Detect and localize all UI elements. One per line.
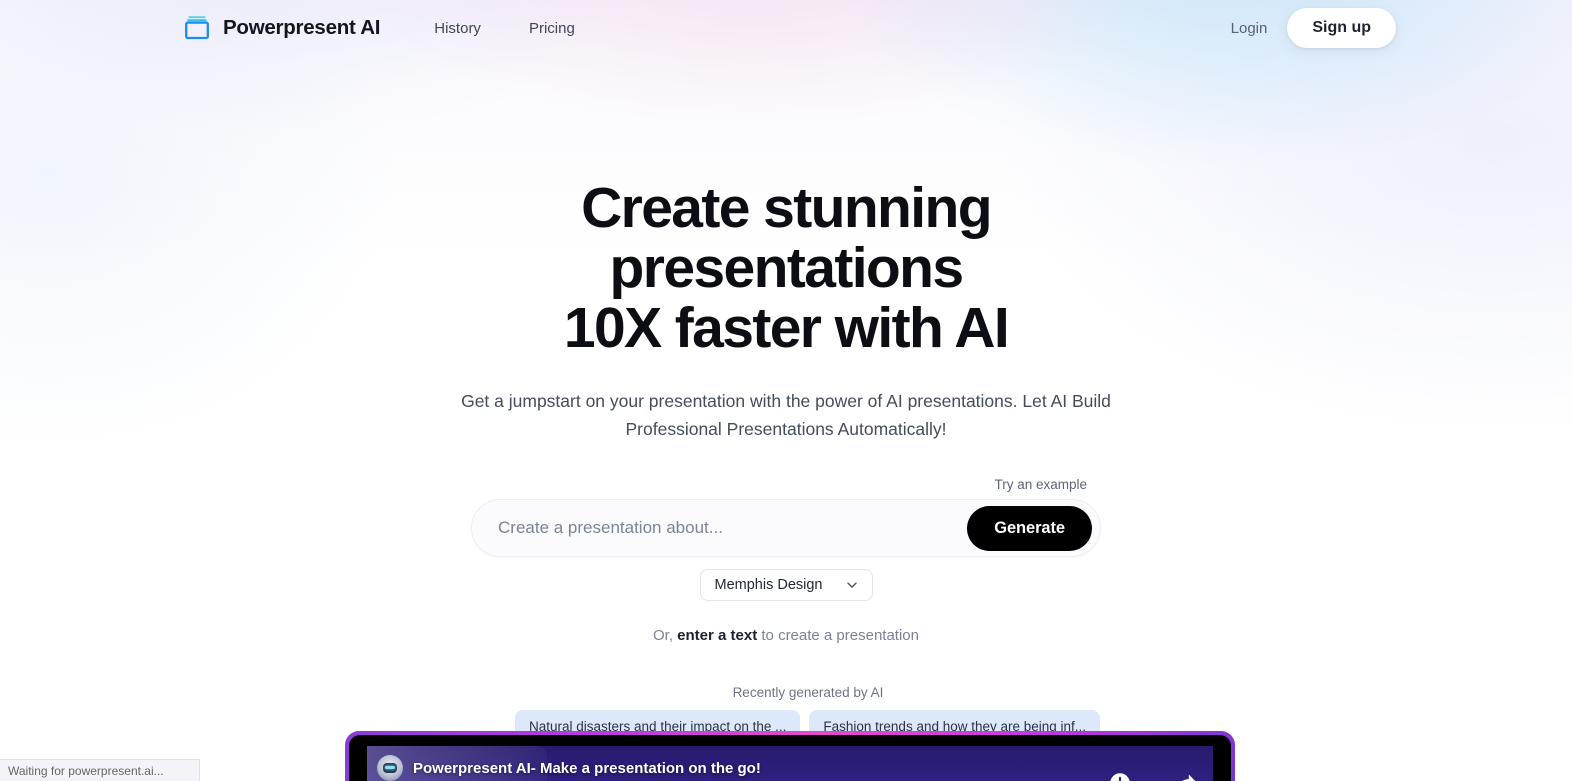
nav-item-history[interactable]: History — [422, 14, 493, 43]
brand-name: Powerpresent AI — [223, 16, 381, 39]
video-title-row: Powerpresent AI- Make a presentation on … — [367, 755, 1213, 781]
nav-item-pricing[interactable]: Pricing — [517, 14, 587, 43]
browser-status-bar: Waiting for powerpresent.ai... — [0, 759, 200, 781]
generate-button[interactable]: Generate — [967, 505, 1092, 551]
login-link[interactable]: Login — [1225, 16, 1274, 41]
prompt-area: Try an example Generate Memphis Design O… — [471, 443, 1101, 743]
recently-generated-label: Recently generated by AI — [732, 685, 884, 700]
brand-logo-link[interactable]: Powerpresent AI — [182, 13, 381, 43]
or-prefix: Or, — [653, 627, 678, 644]
prompt-input[interactable] — [498, 500, 968, 556]
main-nav: History Pricing — [422, 14, 587, 43]
enter-text-line: Or, enter a text to create a presentatio… — [471, 627, 1101, 644]
page-root: Powerpresent AI History Pricing Login Si… — [0, 0, 1572, 781]
enter-a-text-link[interactable]: enter a text — [677, 627, 757, 644]
design-style-value: Memphis Design — [714, 577, 823, 593]
try-an-example-link[interactable]: Try an example — [994, 477, 1087, 492]
hero-subtitle: Get a jumpstart on your presentation wit… — [461, 391, 1111, 439]
clock-icon[interactable] — [1107, 770, 1133, 781]
video-stage: Powerpresent AI- Make a presentation on … — [367, 746, 1213, 781]
or-suffix: to create a presentation — [757, 627, 919, 644]
chevron-down-icon — [846, 582, 857, 588]
presentation-board-icon — [185, 16, 209, 40]
header-actions: Login Sign up — [1225, 8, 1396, 48]
video-title[interactable]: Powerpresent AI- Make a presentation on … — [413, 760, 761, 777]
prompt-box: Generate — [471, 499, 1101, 557]
hero-title-line-2: 10X faster with AI — [563, 296, 1010, 360]
status-text: Waiting for powerpresent.ai... — [8, 763, 164, 778]
video-embed-frame: Powerpresent AI- Make a presentation on … — [345, 731, 1235, 781]
page-title: Create stunning presentations 10X faster… — [406, 178, 1166, 358]
hero-title-line-1: Create stunning presentations — [581, 176, 992, 300]
robot-avatar-icon — [377, 755, 403, 781]
video-actions — [1107, 770, 1199, 781]
site-header: Powerpresent AI History Pricing Login Si… — [0, 0, 1572, 56]
design-style-select[interactable]: Memphis Design — [699, 569, 873, 601]
try-example-row: Try an example — [471, 477, 1101, 492]
share-arrow-icon[interactable] — [1173, 770, 1199, 781]
signup-button[interactable]: Sign up — [1287, 8, 1396, 48]
video-player[interactable]: Powerpresent AI- Make a presentation on … — [349, 735, 1231, 781]
hero-section: Create stunning presentations 10X faster… — [0, 56, 1572, 743]
